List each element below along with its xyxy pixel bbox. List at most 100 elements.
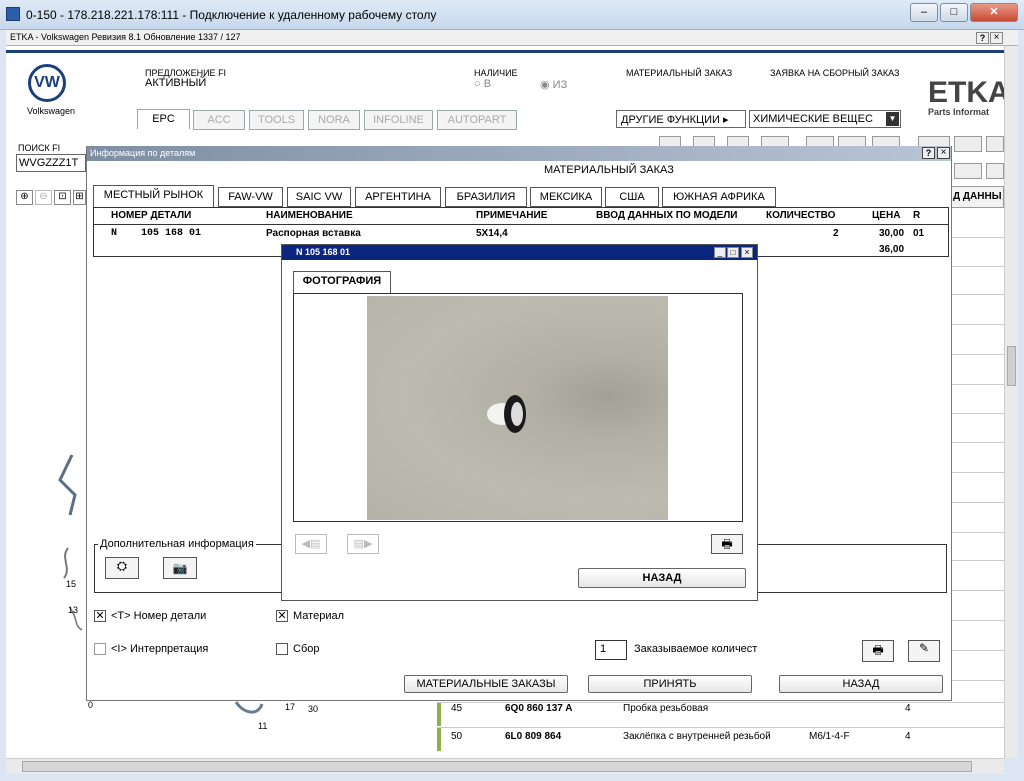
grid-line xyxy=(950,442,1008,443)
table-row[interactable] xyxy=(94,227,948,242)
part-number-checkbox[interactable]: ✕ xyxy=(94,610,106,622)
chevron-down-icon[interactable]: ▼ xyxy=(886,112,899,126)
scrollbar-thumb[interactable] xyxy=(1007,346,1016,386)
row-part-number: 105 168 01 xyxy=(141,228,202,239)
interpretation-icon[interactable]: ⛭ xyxy=(105,557,139,579)
photo-maximize-button[interactable]: □ xyxy=(727,247,739,258)
availability-out-radio[interactable]: ◉ ИЗ xyxy=(540,78,567,91)
callout-13: 13 xyxy=(68,605,79,615)
callout-17: 17 xyxy=(285,702,296,712)
grid-line xyxy=(950,472,1008,473)
market-tab-faw-vw[interactable]: FAW-VW xyxy=(218,187,283,207)
grid-line xyxy=(950,680,1008,681)
photo-prev-icon[interactable]: ◀▤ xyxy=(295,534,327,554)
etka-close-button[interactable]: × xyxy=(990,32,1003,44)
parts-info-title: Информация по деталям xyxy=(90,148,196,158)
tab-infoline[interactable]: INFOLINE xyxy=(364,110,433,130)
grid-line xyxy=(950,354,1008,355)
row-note: 5X14,4 xyxy=(476,228,508,239)
camera-icon[interactable]: 📷 xyxy=(163,557,197,579)
other-functions-button[interactable]: ДРУГИЕ ФУНКЦИИ ▸ xyxy=(616,110,746,128)
list-item-name: Пробка резьбовая xyxy=(623,703,709,714)
vertical-scrollbar[interactable] xyxy=(1004,46,1018,758)
material-checkbox-label: Материал xyxy=(293,610,344,622)
photo-next-icon[interactable]: ▤▶ xyxy=(347,534,379,554)
photo-print-icon[interactable]: 🖶 xyxy=(711,534,743,554)
market-tab-saic-vw[interactable]: SAIC VW xyxy=(287,187,351,207)
row-price-2: 36,00 xyxy=(879,244,905,255)
market-tab-mexico[interactable]: МЕКСИКА xyxy=(530,187,602,207)
row-r: 01 xyxy=(913,228,925,239)
edit-icon[interactable]: ✎ xyxy=(908,640,940,662)
assembly-checkbox-label: Сбор xyxy=(293,643,320,655)
zoom-area-icon[interactable]: ⊡ xyxy=(54,190,71,205)
zoom-in-icon[interactable]: ⊕ xyxy=(16,190,33,205)
list-item-part: 6L0 809 864 xyxy=(505,731,562,742)
col-price: ЦЕНА xyxy=(872,210,901,221)
rivet-insert-image xyxy=(487,395,526,433)
scrollbar-thumb[interactable] xyxy=(22,761,972,772)
market-tab-brazil[interactable]: БРАЗИЛИЯ xyxy=(445,187,527,207)
assembly-checkbox[interactable] xyxy=(276,643,288,655)
material-orders-button[interactable]: МАТЕРИАЛЬНЫЕ ЗАКАЗЫ xyxy=(404,675,568,693)
zoom-fit-icon[interactable]: ⊞ xyxy=(73,190,86,205)
tab-acc[interactable]: ACC xyxy=(193,110,245,130)
list-item-part: 6Q0 860 137 A xyxy=(505,703,573,714)
horizontal-scrollbar[interactable] xyxy=(6,758,1004,774)
nav-back-icon[interactable] xyxy=(954,163,982,179)
rdp-window-title: 0-150 - 178.218.221.178:111 - Подключени… xyxy=(26,8,437,22)
print-icon[interactable]: 🖶 xyxy=(862,640,894,662)
nav-forward-icon[interactable] xyxy=(986,163,1004,179)
grid-line xyxy=(950,384,1008,385)
toolbar-next-page-icon[interactable] xyxy=(986,136,1004,152)
minimize-button[interactable]: – xyxy=(910,3,938,22)
dialog-back-button[interactable]: НАЗАД xyxy=(779,675,943,693)
header-stripe xyxy=(6,50,1004,53)
photo-minimize-button[interactable]: _ xyxy=(714,247,726,258)
tab-autopart[interactable]: AUTOPART xyxy=(437,110,517,130)
maximize-button[interactable]: □ xyxy=(940,3,968,22)
chemicals-select[interactable]: ХИМИЧЕСКИЕ ВЕЩЕС xyxy=(749,110,901,128)
availability-out-label: ИЗ xyxy=(552,79,568,91)
list-item[interactable]: 50 6L0 809 864 Заклёпка с внутренней рез… xyxy=(437,727,1005,751)
grid-line xyxy=(950,294,1008,295)
material-checkbox[interactable]: ✕ xyxy=(276,610,288,622)
rdp-titlebar: 0-150 - 178.218.221.178:111 - Подключени… xyxy=(0,0,1024,30)
photo-window-title: N 105 168 01 xyxy=(296,247,351,257)
grid-line xyxy=(950,532,1008,533)
market-tab-usa[interactable]: США xyxy=(605,187,659,207)
tab-tools[interactable]: TOOLS xyxy=(249,110,304,130)
grid-line xyxy=(950,502,1008,503)
remote-desktop-icon xyxy=(6,7,20,21)
material-order-header: МАТЕРИАЛЬНЫЙ ЗАКАЗ xyxy=(626,68,733,78)
market-tab-argentina[interactable]: АРГЕНТИНА xyxy=(355,187,441,207)
tab-nora[interactable]: NORA xyxy=(308,110,360,130)
parts-info-titlebar: Информация по деталям xyxy=(87,146,951,161)
callout-15: 15 xyxy=(66,579,77,589)
availability-in-radio[interactable]: ○ В xyxy=(474,78,491,90)
part-photo xyxy=(367,296,668,520)
close-button[interactable]: ✕ xyxy=(970,3,1018,22)
col-model-data: ВВОД ДАННЫХ ПО МОДЕЛИ xyxy=(596,210,738,221)
toolbar-prev-page-icon[interactable] xyxy=(954,136,982,152)
search-input[interactable]: WVGZZZ1T xyxy=(16,154,86,172)
callout-30: 30 xyxy=(308,704,319,714)
dialog-close-button[interactable]: × xyxy=(937,147,950,159)
order-quantity-input[interactable]: 1 xyxy=(595,640,627,660)
market-tab-local[interactable]: МЕСТНЫЙ РЫНОК xyxy=(93,185,214,207)
accept-button[interactable]: ПРИНЯТЬ xyxy=(588,675,752,693)
zoom-out-icon[interactable]: ⊖ xyxy=(35,190,52,205)
row-prefix: N xyxy=(111,228,118,239)
etka-titlebar: ETKA - Volkswagen Ревизия 8.1 Обновление… xyxy=(6,30,1018,46)
photo-close-button[interactable]: × xyxy=(741,247,753,258)
photo-back-button[interactable]: НАЗАД xyxy=(578,568,746,588)
part-number-checkbox-label: <T> Номер детали xyxy=(111,610,207,622)
list-item[interactable]: 45 6Q0 860 137 A Пробка резьбовая 4 xyxy=(437,702,1005,726)
tab-photo[interactable]: ФОТОГРАФИЯ xyxy=(293,271,391,293)
offer-value: АКТИВНЫЙ xyxy=(145,77,207,89)
etka-help-button[interactable]: ? xyxy=(976,32,989,44)
tab-epc[interactable]: EPC xyxy=(137,109,190,129)
interpretation-checkbox[interactable] xyxy=(94,643,106,655)
market-tab-south-africa[interactable]: ЮЖНАЯ АФРИКА xyxy=(662,187,776,207)
dialog-help-button[interactable]: ? xyxy=(922,147,935,159)
